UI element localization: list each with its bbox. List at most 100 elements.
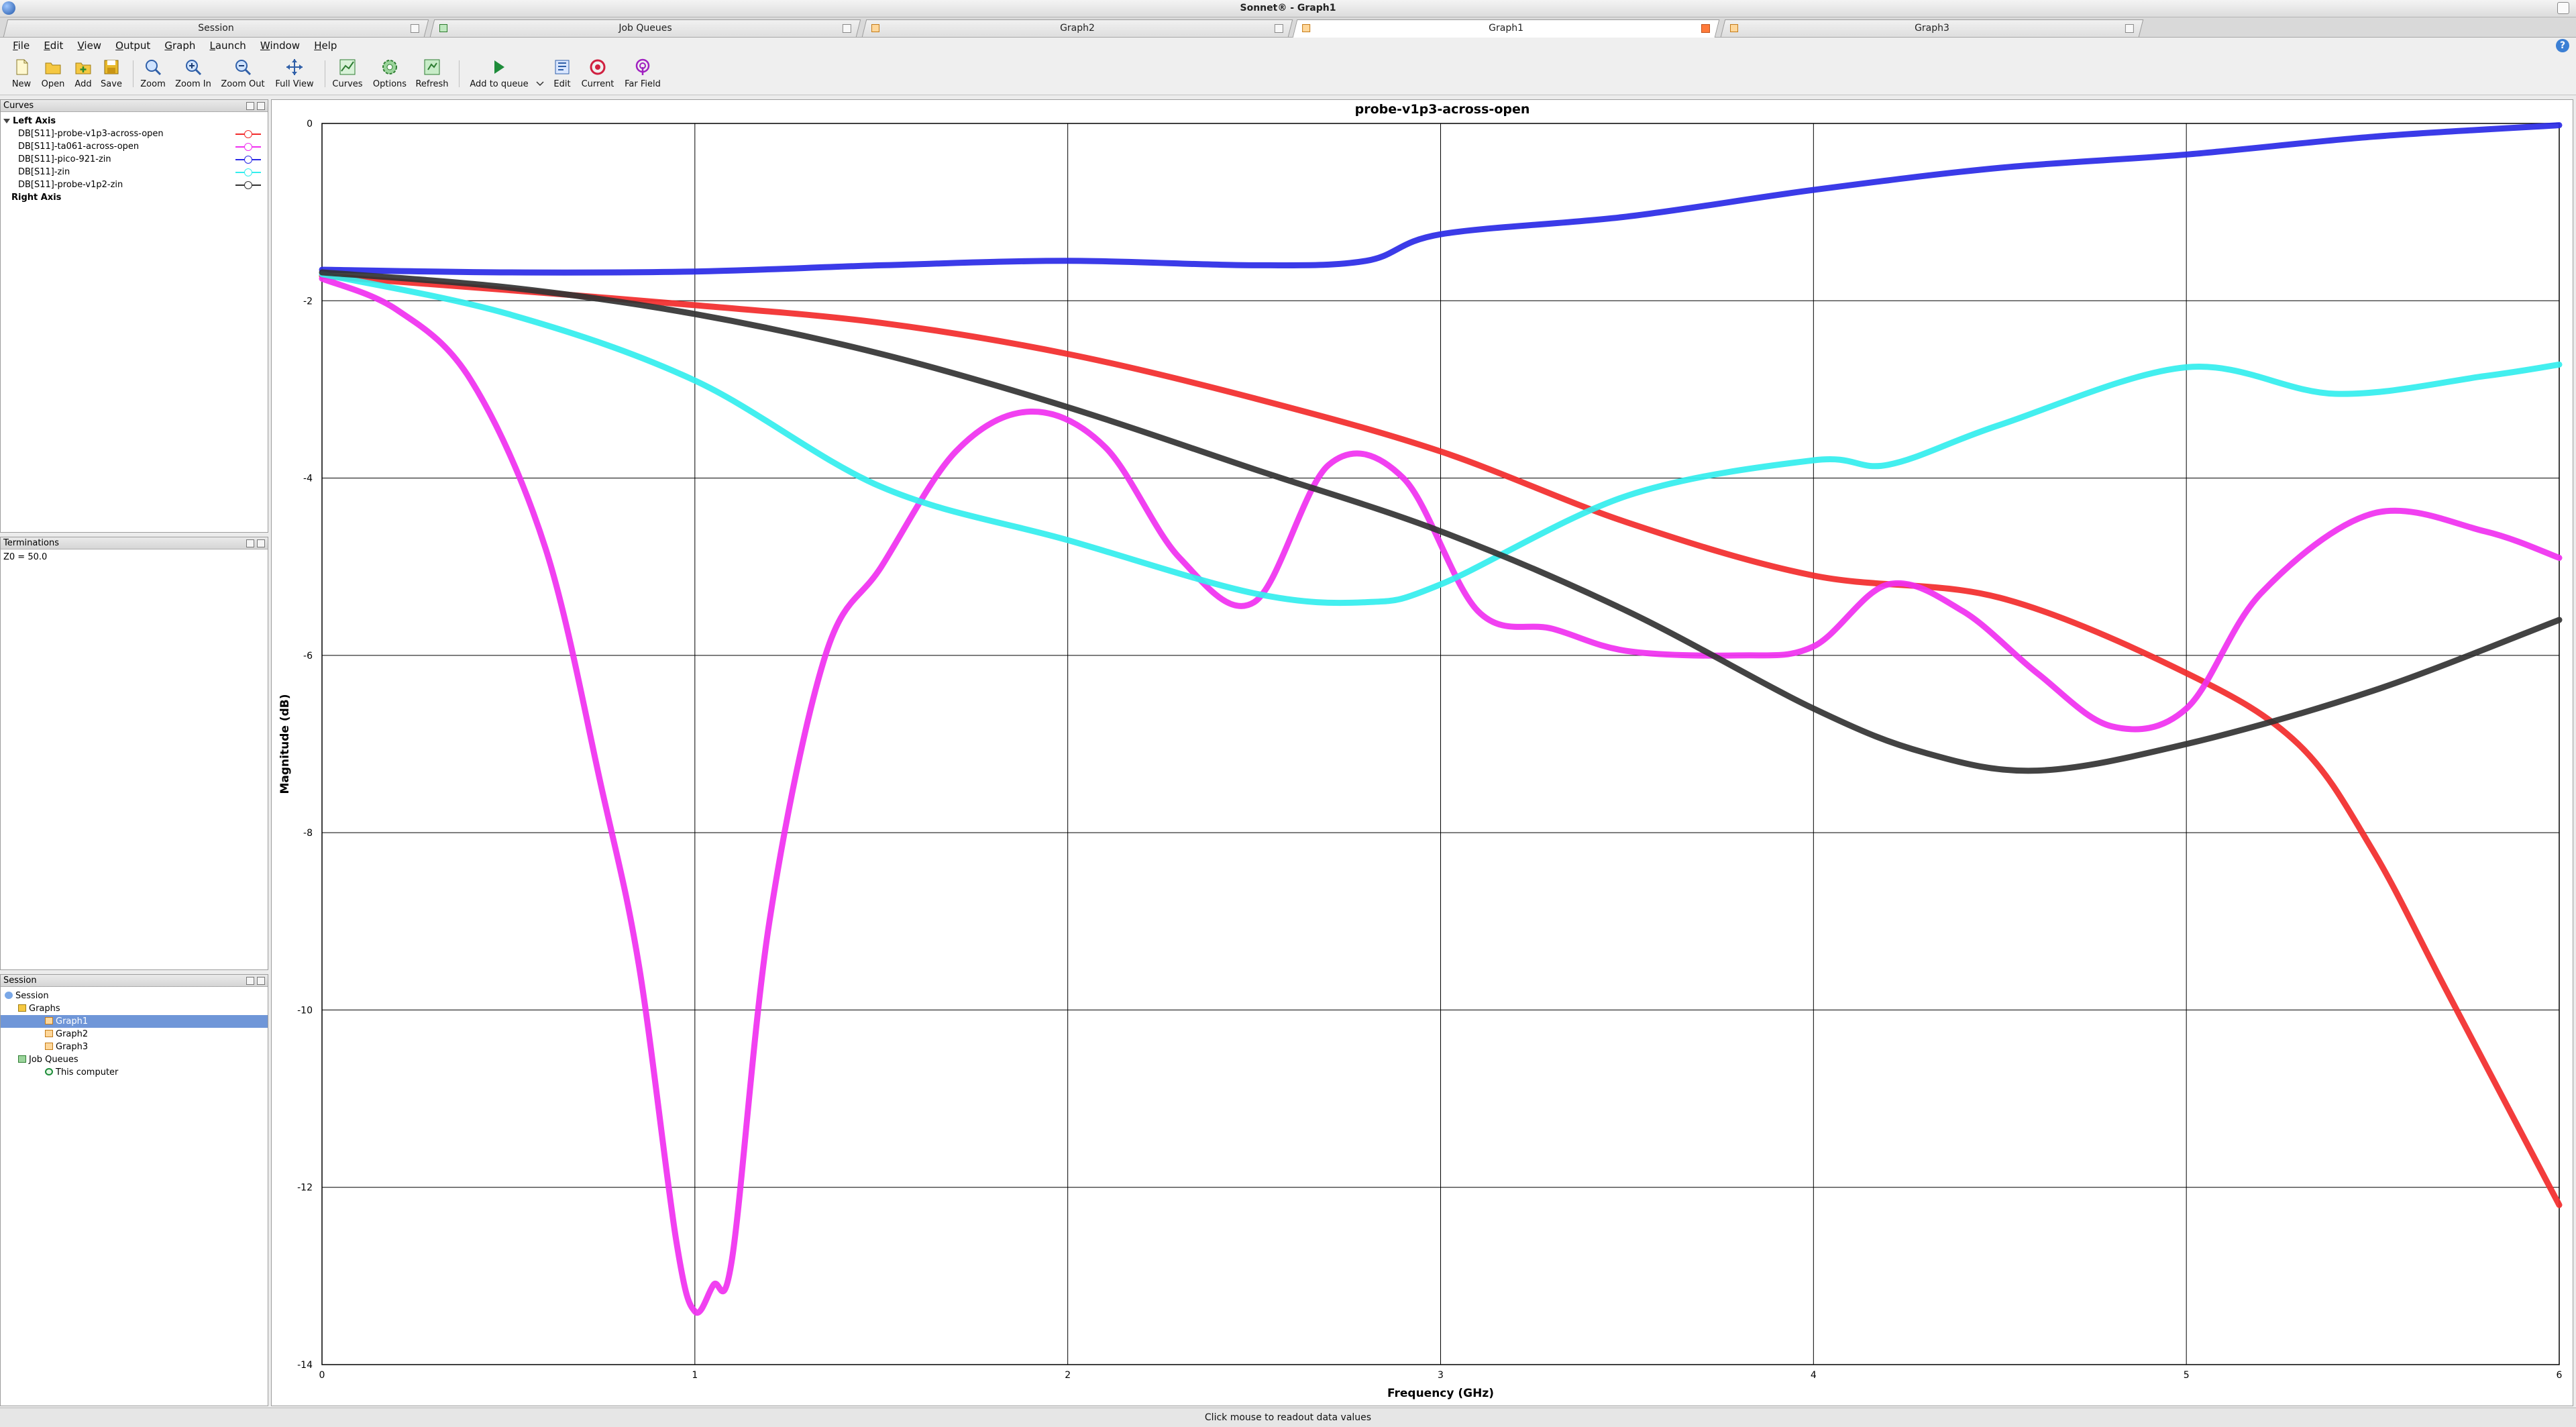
curve-item[interactable]: DB[S11]-pico-921-zin <box>3 153 265 166</box>
y-tick-label: -12 <box>297 1183 313 1194</box>
save-label: Save <box>101 79 122 89</box>
tree-graph2[interactable]: Graph2 <box>1 1028 268 1041</box>
zoom-label: Zoom <box>140 79 166 89</box>
menu-file[interactable]: File <box>7 38 35 52</box>
tree-label: Graph1 <box>56 1016 89 1026</box>
folder-icon <box>18 1004 26 1012</box>
chart-svg[interactable]: probe-v1p3-across-open 0 1 2 3 4 5 6 0 -2 -4 -6 -8 -… <box>272 100 2573 1406</box>
menu-output[interactable]: Output <box>110 38 156 52</box>
tab-graph3[interactable]: Graph3 <box>1720 19 2144 37</box>
full-view-label: Full View <box>275 79 314 89</box>
tree-graph1[interactable]: Graph1 <box>1 1015 268 1028</box>
status-bar: Click mouse to readout data values <box>0 1408 2576 1427</box>
save-icon <box>102 58 121 76</box>
tree-label: Graph3 <box>56 1042 89 1052</box>
terminations-panel-header: Terminations <box>1 537 268 549</box>
queue-dropdown[interactable] <box>535 58 545 93</box>
tree-graph3[interactable]: Graph3 <box>1 1041 268 1053</box>
tab-graph2[interactable]: Graph2 <box>861 19 1293 37</box>
zoom-out-icon <box>233 58 252 76</box>
zoom-button[interactable]: Zoom <box>138 58 168 93</box>
float-panel-icon[interactable] <box>246 539 254 547</box>
expand-triangle-icon[interactable] <box>3 119 10 123</box>
tree-graphs[interactable]: Graphs <box>1 1002 268 1015</box>
curve-item[interactable]: DB[S11]-ta061-across-open <box>3 140 265 153</box>
full-view-button[interactable]: Full View <box>272 58 317 93</box>
menu-launch[interactable]: Launch <box>205 38 252 52</box>
close-icon[interactable] <box>257 102 265 110</box>
run-queue-icon <box>490 58 508 76</box>
right-axis-group[interactable]: Right Axis <box>3 191 265 204</box>
save-button[interactable]: Save <box>98 58 125 93</box>
tree-job-queues[interactable]: Job Queues <box>1 1053 268 1066</box>
curve-item[interactable]: DB[S11]-zin <box>3 166 265 178</box>
open-label: Open <box>41 79 65 89</box>
tree-this-computer[interactable]: This computer <box>1 1066 268 1079</box>
float-panel-icon[interactable] <box>246 977 254 985</box>
graph-icon <box>45 1043 53 1050</box>
help-icon[interactable]: ? <box>2556 39 2569 52</box>
menu-view[interactable]: View <box>72 38 107 52</box>
close-icon[interactable] <box>1274 24 1283 33</box>
panel-title: Terminations <box>3 538 60 548</box>
float-panel-icon[interactable] <box>246 102 254 110</box>
toolbar: New Open Add Save Zoom Zoom In Zoom Out … <box>0 54 2576 95</box>
refresh-button[interactable]: Refresh <box>413 58 451 93</box>
job-queue-icon <box>18 1055 26 1063</box>
tab-job-queues[interactable]: Job Queues <box>429 19 861 37</box>
antenna-icon <box>633 58 652 76</box>
curve-label: DB[S11]-probe-v1p2-zin <box>18 180 123 190</box>
close-icon[interactable] <box>257 539 265 547</box>
group-label: Left Axis <box>13 116 56 126</box>
panel-title: Curves <box>3 101 34 111</box>
z0-value: Z0 = 50.0 <box>3 552 48 562</box>
curves-panel-header: Curves <box>1 100 268 112</box>
full-view-icon <box>285 58 304 76</box>
menu-help[interactable]: Help <box>309 38 342 52</box>
curves-button[interactable]: Curves <box>330 58 365 93</box>
session-panel: Session Session Graphs Graph1 Graph2 Gra… <box>0 974 268 1406</box>
x-tick-label: 2 <box>1065 1370 1071 1381</box>
session-icon <box>5 992 13 999</box>
add-label: Add <box>74 79 92 89</box>
left-axis-group[interactable]: Left Axis <box>3 115 265 127</box>
add-button[interactable]: Add <box>71 58 95 93</box>
tab-session[interactable]: Session <box>3 19 429 37</box>
options-button[interactable]: Options <box>370 58 409 93</box>
menu-graph[interactable]: Graph <box>159 38 201 52</box>
edit-button[interactable]: Edit <box>549 58 576 93</box>
y-tick-label: -2 <box>303 296 313 307</box>
curve-swatch-icon <box>235 181 261 189</box>
refresh-label: Refresh <box>415 79 449 89</box>
curve-item[interactable]: DB[S11]-probe-v1p2-zin <box>3 178 265 191</box>
menu-window[interactable]: Window <box>255 38 305 52</box>
close-icon[interactable] <box>410 24 419 33</box>
options-label: Options <box>372 79 407 89</box>
add-to-queue-button[interactable]: Add to queue <box>466 58 533 93</box>
far-field-button[interactable]: Far Field <box>621 58 664 93</box>
current-button[interactable]: Current <box>578 58 617 93</box>
zoom-in-button[interactable]: Zoom In <box>173 58 213 93</box>
panel-title: Session <box>3 975 37 986</box>
x-tick-label: 4 <box>1811 1370 1817 1381</box>
menu-edit[interactable]: Edit <box>38 38 68 52</box>
close-icon[interactable] <box>2125 24 2134 33</box>
gear-icon <box>380 58 399 76</box>
current-label: Current <box>581 79 614 89</box>
graph-canvas[interactable]: probe-v1p3-across-open 0 1 2 3 4 5 6 0 -2 -4 -6 -8 -… <box>271 99 2573 1406</box>
tab-graph1[interactable]: Graph1 <box>1292 19 1720 38</box>
close-icon[interactable] <box>842 24 851 33</box>
new-button[interactable]: New <box>8 58 35 93</box>
open-button[interactable]: Open <box>39 58 67 93</box>
close-icon[interactable] <box>1701 24 1710 33</box>
zoom-out-button[interactable]: Zoom Out <box>219 58 267 93</box>
x-axis-label: Frequency (GHz) <box>1387 1387 1494 1400</box>
tree-session[interactable]: Session <box>1 990 268 1002</box>
curves-panel: Curves Left Axis DB[S11]-probe-v1p3-acro… <box>0 99 268 533</box>
curve-swatch-icon <box>235 156 261 164</box>
x-tick-label: 0 <box>319 1370 325 1381</box>
close-icon[interactable] <box>257 977 265 985</box>
current-icon <box>588 58 607 76</box>
curve-item[interactable]: DB[S11]-probe-v1p3-across-open <box>3 127 265 140</box>
maximize-button[interactable] <box>2557 2 2569 14</box>
